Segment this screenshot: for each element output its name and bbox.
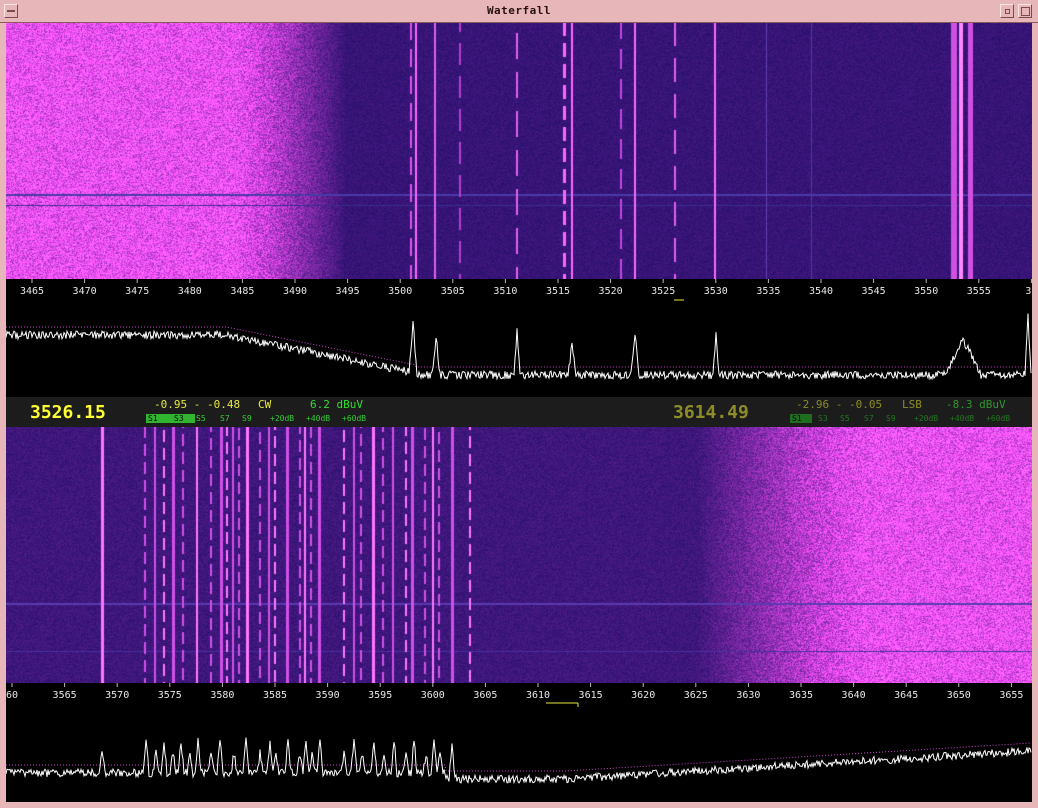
right-meter-label: S7 xyxy=(864,414,874,423)
axis-tick-label: 3515 xyxy=(546,286,570,297)
axis-tick-label: 3580 xyxy=(210,690,234,701)
title-bar[interactable]: Waterfall xyxy=(0,0,1038,23)
lower-spectrum[interactable] xyxy=(6,709,1032,801)
right-frequency-display[interactable]: 3614.49 xyxy=(673,402,749,423)
right-meter-label: S3 xyxy=(818,414,828,423)
axis-tick-label: 3645 xyxy=(894,690,918,701)
left-frequency-display[interactable]: 3526.15 xyxy=(30,402,106,423)
right-meter-label: +60dB xyxy=(986,414,1011,423)
maximize-icon xyxy=(1021,7,1030,16)
left-meter-label: +40dB xyxy=(306,414,331,423)
axis-tick-label: 3620 xyxy=(631,690,655,701)
axis-tick-label: 3650 xyxy=(947,690,971,701)
axis-tick-label: 3550 xyxy=(914,286,938,297)
axis-tick-label: 3545 xyxy=(862,286,886,297)
axis-tick-label: 3540 xyxy=(809,286,833,297)
lower-spectrum-average xyxy=(6,742,1031,772)
axis-tick-label: 3640 xyxy=(842,690,866,701)
upper-spectrum[interactable] xyxy=(6,309,1032,401)
axis-tick-label: 3615 xyxy=(579,690,603,701)
axis-tick-label: 3590 xyxy=(316,690,340,701)
axis-tick-label: 3480 xyxy=(178,286,202,297)
left-range: -0.95 - -0.48 xyxy=(154,398,241,411)
axis-tick-label: 3565 xyxy=(53,690,77,701)
axis-tick-label: 3505 xyxy=(441,286,465,297)
left-meter-label: S1 xyxy=(148,414,158,423)
left-meter-label: +20dB xyxy=(270,414,295,423)
axis-tick-label: 3605 xyxy=(473,690,497,701)
window-title: Waterfall xyxy=(486,4,552,17)
waterfall-panel: 3465 3470 3475 3480 3485 3490 3495 3500 3505 3510… xyxy=(6,23,1032,802)
axis-tick-label: 3630 xyxy=(736,690,760,701)
axis-tick-label: 3655 xyxy=(999,690,1023,701)
minimize-icon xyxy=(1005,9,1010,14)
axis-tick-label: 3510 xyxy=(493,286,517,297)
axis-tick-label: 3570 xyxy=(105,690,129,701)
axis-tick-label: 3485 xyxy=(230,286,254,297)
upper-spectrum-trace xyxy=(6,313,1032,381)
lower-waterfall[interactable] xyxy=(6,427,1032,683)
axis-tick-label: 3585 xyxy=(263,690,287,701)
upper-frequency-axis[interactable]: 3465 3470 3475 3480 3485 3490 3495 3500 3505 3510… xyxy=(6,279,1032,309)
axis-tick-label: 3610 xyxy=(526,690,550,701)
axis-tick-label: 60 xyxy=(6,690,18,701)
axis-tick-label: 3490 xyxy=(283,286,307,297)
left-meter-label: S5 xyxy=(196,414,206,423)
axis-tick-label: 3525 xyxy=(651,286,675,297)
axis-tick-label: 3625 xyxy=(684,690,708,701)
axis-tick-label: 3530 xyxy=(704,286,728,297)
left-mode[interactable]: CW xyxy=(258,398,271,411)
right-meter-label: +40dB xyxy=(950,414,975,423)
status-bar: 3526.15 -0.95 - -0.48 CW 6.2 dBuV S1 S3 … xyxy=(6,397,1032,427)
lower-spectrum-trace xyxy=(6,737,1032,785)
right-meter-label: +20dB xyxy=(914,414,939,423)
axis-tick-label: 35 xyxy=(1025,286,1032,297)
right-meter-label: S1 xyxy=(792,414,802,423)
axis-tick-label: 3520 xyxy=(599,286,623,297)
right-range: -2.96 - -0.05 xyxy=(796,398,883,411)
axis-tick-label: 3475 xyxy=(125,286,149,297)
left-meter-label: S3 xyxy=(174,414,184,423)
axis-tick-label: 3495 xyxy=(336,286,360,297)
axis-tick-label: 3470 xyxy=(73,286,97,297)
left-level: 6.2 dBuV xyxy=(310,398,363,411)
right-meter-label: S9 xyxy=(886,414,896,423)
axis-tick-label: 3535 xyxy=(756,286,780,297)
axis-tick-label: 3600 xyxy=(421,690,445,701)
axis-tick-label: 3465 xyxy=(20,286,44,297)
left-meter-label: S7 xyxy=(220,414,230,423)
right-level: -8.3 dBuV xyxy=(946,398,1006,411)
maximize-button[interactable] xyxy=(1018,4,1032,18)
axis-tick-label: 3555 xyxy=(967,286,991,297)
right-mode[interactable]: LSB xyxy=(902,398,922,411)
right-meter-label: S5 xyxy=(840,414,850,423)
upper-waterfall[interactable] xyxy=(6,23,1032,279)
left-meter-label: S9 xyxy=(242,414,252,423)
axis-tick-label: 3635 xyxy=(789,690,813,701)
left-meter-label: +60dB xyxy=(342,414,367,423)
axis-tick-label: 3500 xyxy=(388,286,412,297)
minimize-button[interactable] xyxy=(1000,4,1014,18)
axis-tick-label: 3575 xyxy=(158,690,182,701)
axis-tick-label: 3595 xyxy=(368,690,392,701)
